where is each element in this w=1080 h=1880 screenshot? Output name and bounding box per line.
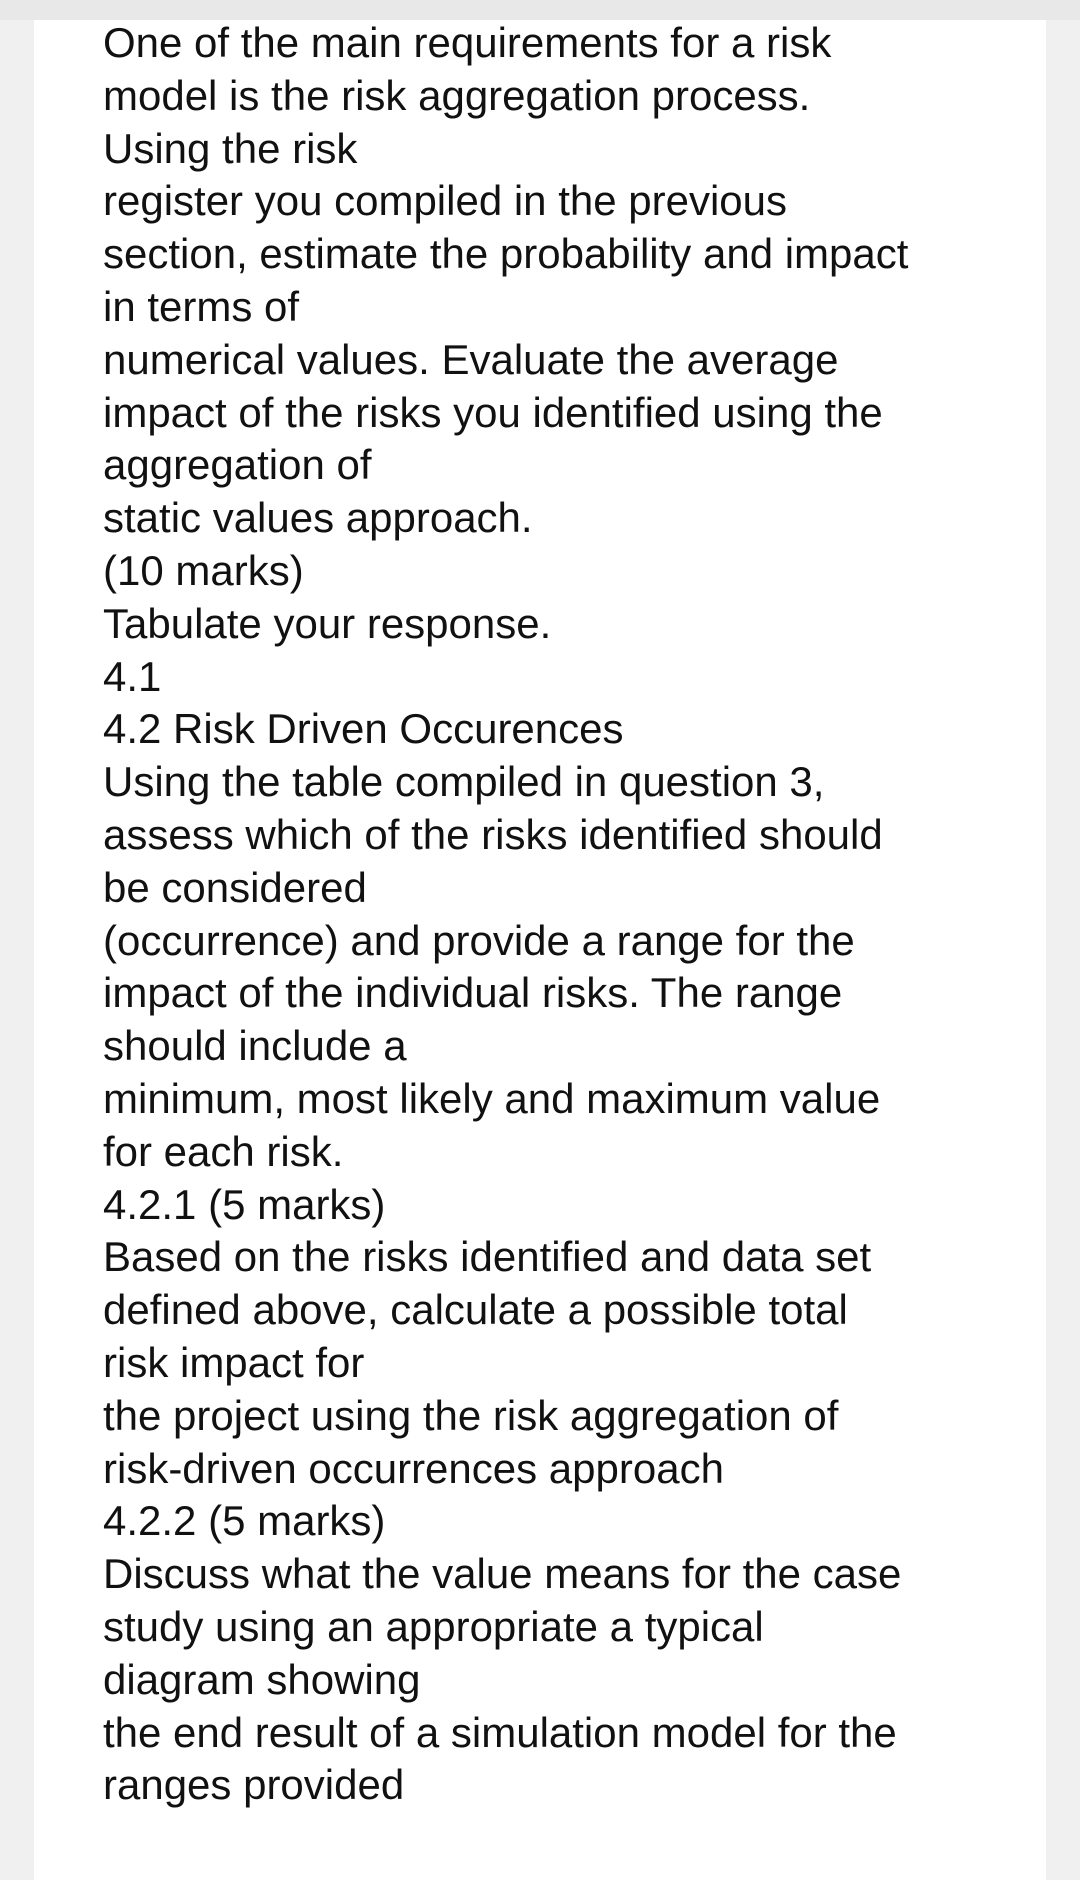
marks-label: 4.2.2 (5 marks) xyxy=(103,1497,386,1545)
text-line: be considered xyxy=(103,863,367,911)
marks-label: 4.2.1 (5 marks) xyxy=(103,1180,386,1228)
text-line: Based on the risks identified and data s… xyxy=(103,1233,872,1281)
text-line: the project using the risk aggregation o… xyxy=(103,1391,839,1439)
section-number: 4.1 xyxy=(103,652,162,700)
text-line: aggregation of xyxy=(103,441,372,489)
text-line: One of the main requirements for a risk xyxy=(103,19,832,66)
text-line: in terms of xyxy=(103,282,300,330)
question-text: One of the main requirements for a risk … xyxy=(103,17,1043,1812)
text-line: register you compiled in the previous xyxy=(103,177,788,225)
text-line: section, estimate the probability and im… xyxy=(103,230,909,278)
text-line: study using an appropriate a typical xyxy=(103,1602,764,1650)
text-line: risk impact for xyxy=(103,1338,365,1386)
text-line: the end result of a simulation model for… xyxy=(103,1708,897,1756)
text-line: (occurrence) and provide a range for the xyxy=(103,916,855,964)
section-heading: 4.2 Risk Driven Occurences xyxy=(103,705,624,753)
text-line: defined above, calculate a possible tota… xyxy=(103,1286,848,1334)
text-line: numerical values. Evaluate the average xyxy=(103,335,839,383)
marks-label: (10 marks) xyxy=(103,546,304,594)
text-line: Using the table compiled in question 3, xyxy=(103,758,825,806)
text-line: impact of the individual risks. The rang… xyxy=(103,969,843,1017)
text-line: Tabulate your response. xyxy=(103,599,552,647)
text-line: for each risk. xyxy=(103,1127,344,1175)
text-line: diagram showing xyxy=(103,1655,421,1703)
text-line: Using the risk xyxy=(103,124,358,172)
text-line: assess which of the risks identified sho… xyxy=(103,810,883,858)
text-line: model is the risk aggregation process. xyxy=(103,71,811,119)
text-line: ranges provided xyxy=(103,1761,405,1809)
text-line: static values approach. xyxy=(103,494,533,542)
text-line: Discuss what the value means for the cas… xyxy=(103,1550,902,1598)
text-line: impact of the risks you identified using… xyxy=(103,388,883,436)
text-line: minimum, most likely and maximum value xyxy=(103,1074,881,1122)
text-line: risk-driven occurrences approach xyxy=(103,1444,724,1492)
text-line: should include a xyxy=(103,1022,407,1070)
